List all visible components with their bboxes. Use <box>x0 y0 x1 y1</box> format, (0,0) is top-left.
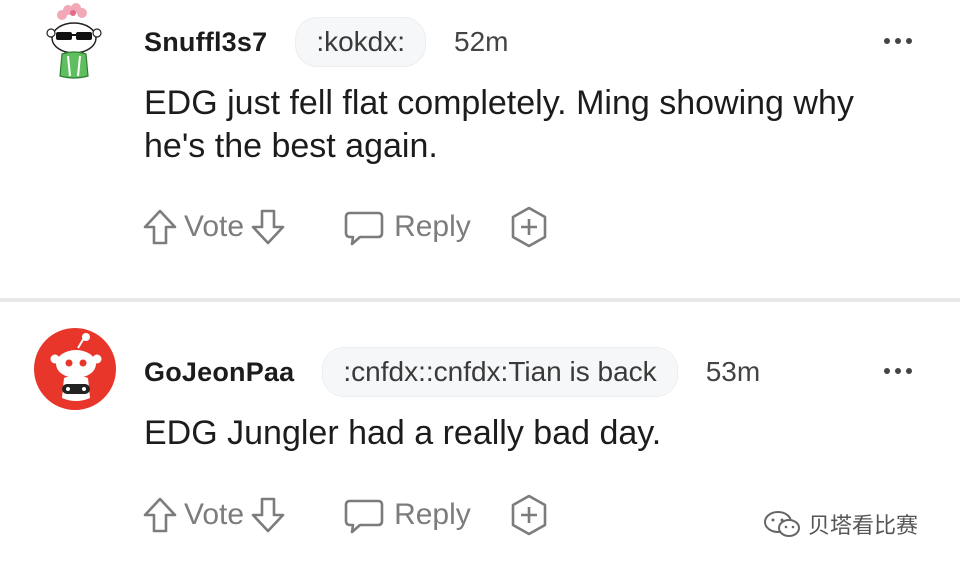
reply-button[interactable]: Reply <box>342 207 471 247</box>
award-plus-icon <box>511 494 547 536</box>
wechat-icon <box>764 511 800 537</box>
reply-label: Reply <box>394 498 471 531</box>
chat-bubble-icon <box>344 499 384 534</box>
comment-header: Snuffl3s7 :kokdx: 52m <box>144 12 509 72</box>
arrow-down-icon <box>251 209 285 245</box>
arrow-down-icon <box>251 497 285 533</box>
username[interactable]: Snuffl3s7 <box>144 27 267 58</box>
upvote-button[interactable] <box>142 207 178 247</box>
chat-bubble-icon <box>344 211 384 246</box>
timestamp: 52m <box>454 26 509 57</box>
user-flair: :kokdx: <box>295 17 427 67</box>
vote-label: Vote <box>184 498 245 531</box>
username[interactable]: GoJeonPaa <box>144 357 294 388</box>
timestamp: 53m <box>705 356 761 387</box>
snoo-sunglasses-avatar-icon[interactable] <box>32 0 118 86</box>
comment-card: Snuffl3s7 :kokdx: 52m EDG just fell flat… <box>0 0 960 300</box>
comment-body: EDG Jungler had a really bad day. <box>144 414 662 452</box>
watermark: 贝塔看比赛 <box>762 508 918 540</box>
reply-button[interactable]: Reply <box>342 495 471 535</box>
downvote-button[interactable] <box>250 207 286 247</box>
award-plus-icon <box>511 206 547 248</box>
downvote-button[interactable] <box>250 495 286 535</box>
arrow-up-icon <box>143 209 177 245</box>
more-options-icon[interactable] <box>884 38 912 44</box>
watermark-label: 贝塔看比赛 <box>808 514 919 539</box>
more-options-icon[interactable] <box>884 368 912 374</box>
vote-label: Vote <box>184 210 245 243</box>
award-button[interactable] <box>507 493 551 537</box>
user-flair: :cnfdx::cnfdx:Tian is back <box>322 347 678 397</box>
comment-header: GoJeonPaa :cnfdx::cnfdx:Tian is back 53m <box>144 342 760 402</box>
award-button[interactable] <box>507 205 551 249</box>
upvote-button[interactable] <box>142 495 178 535</box>
reply-label: Reply <box>394 210 471 243</box>
comment-body: EDG just fell flat completely. Ming show… <box>144 84 854 165</box>
comment-actions: Vote Reply <box>142 202 551 252</box>
arrow-up-icon <box>143 497 177 533</box>
comment-actions: Vote Reply <box>142 490 551 540</box>
snoo-red-avatar-icon[interactable] <box>32 326 118 412</box>
